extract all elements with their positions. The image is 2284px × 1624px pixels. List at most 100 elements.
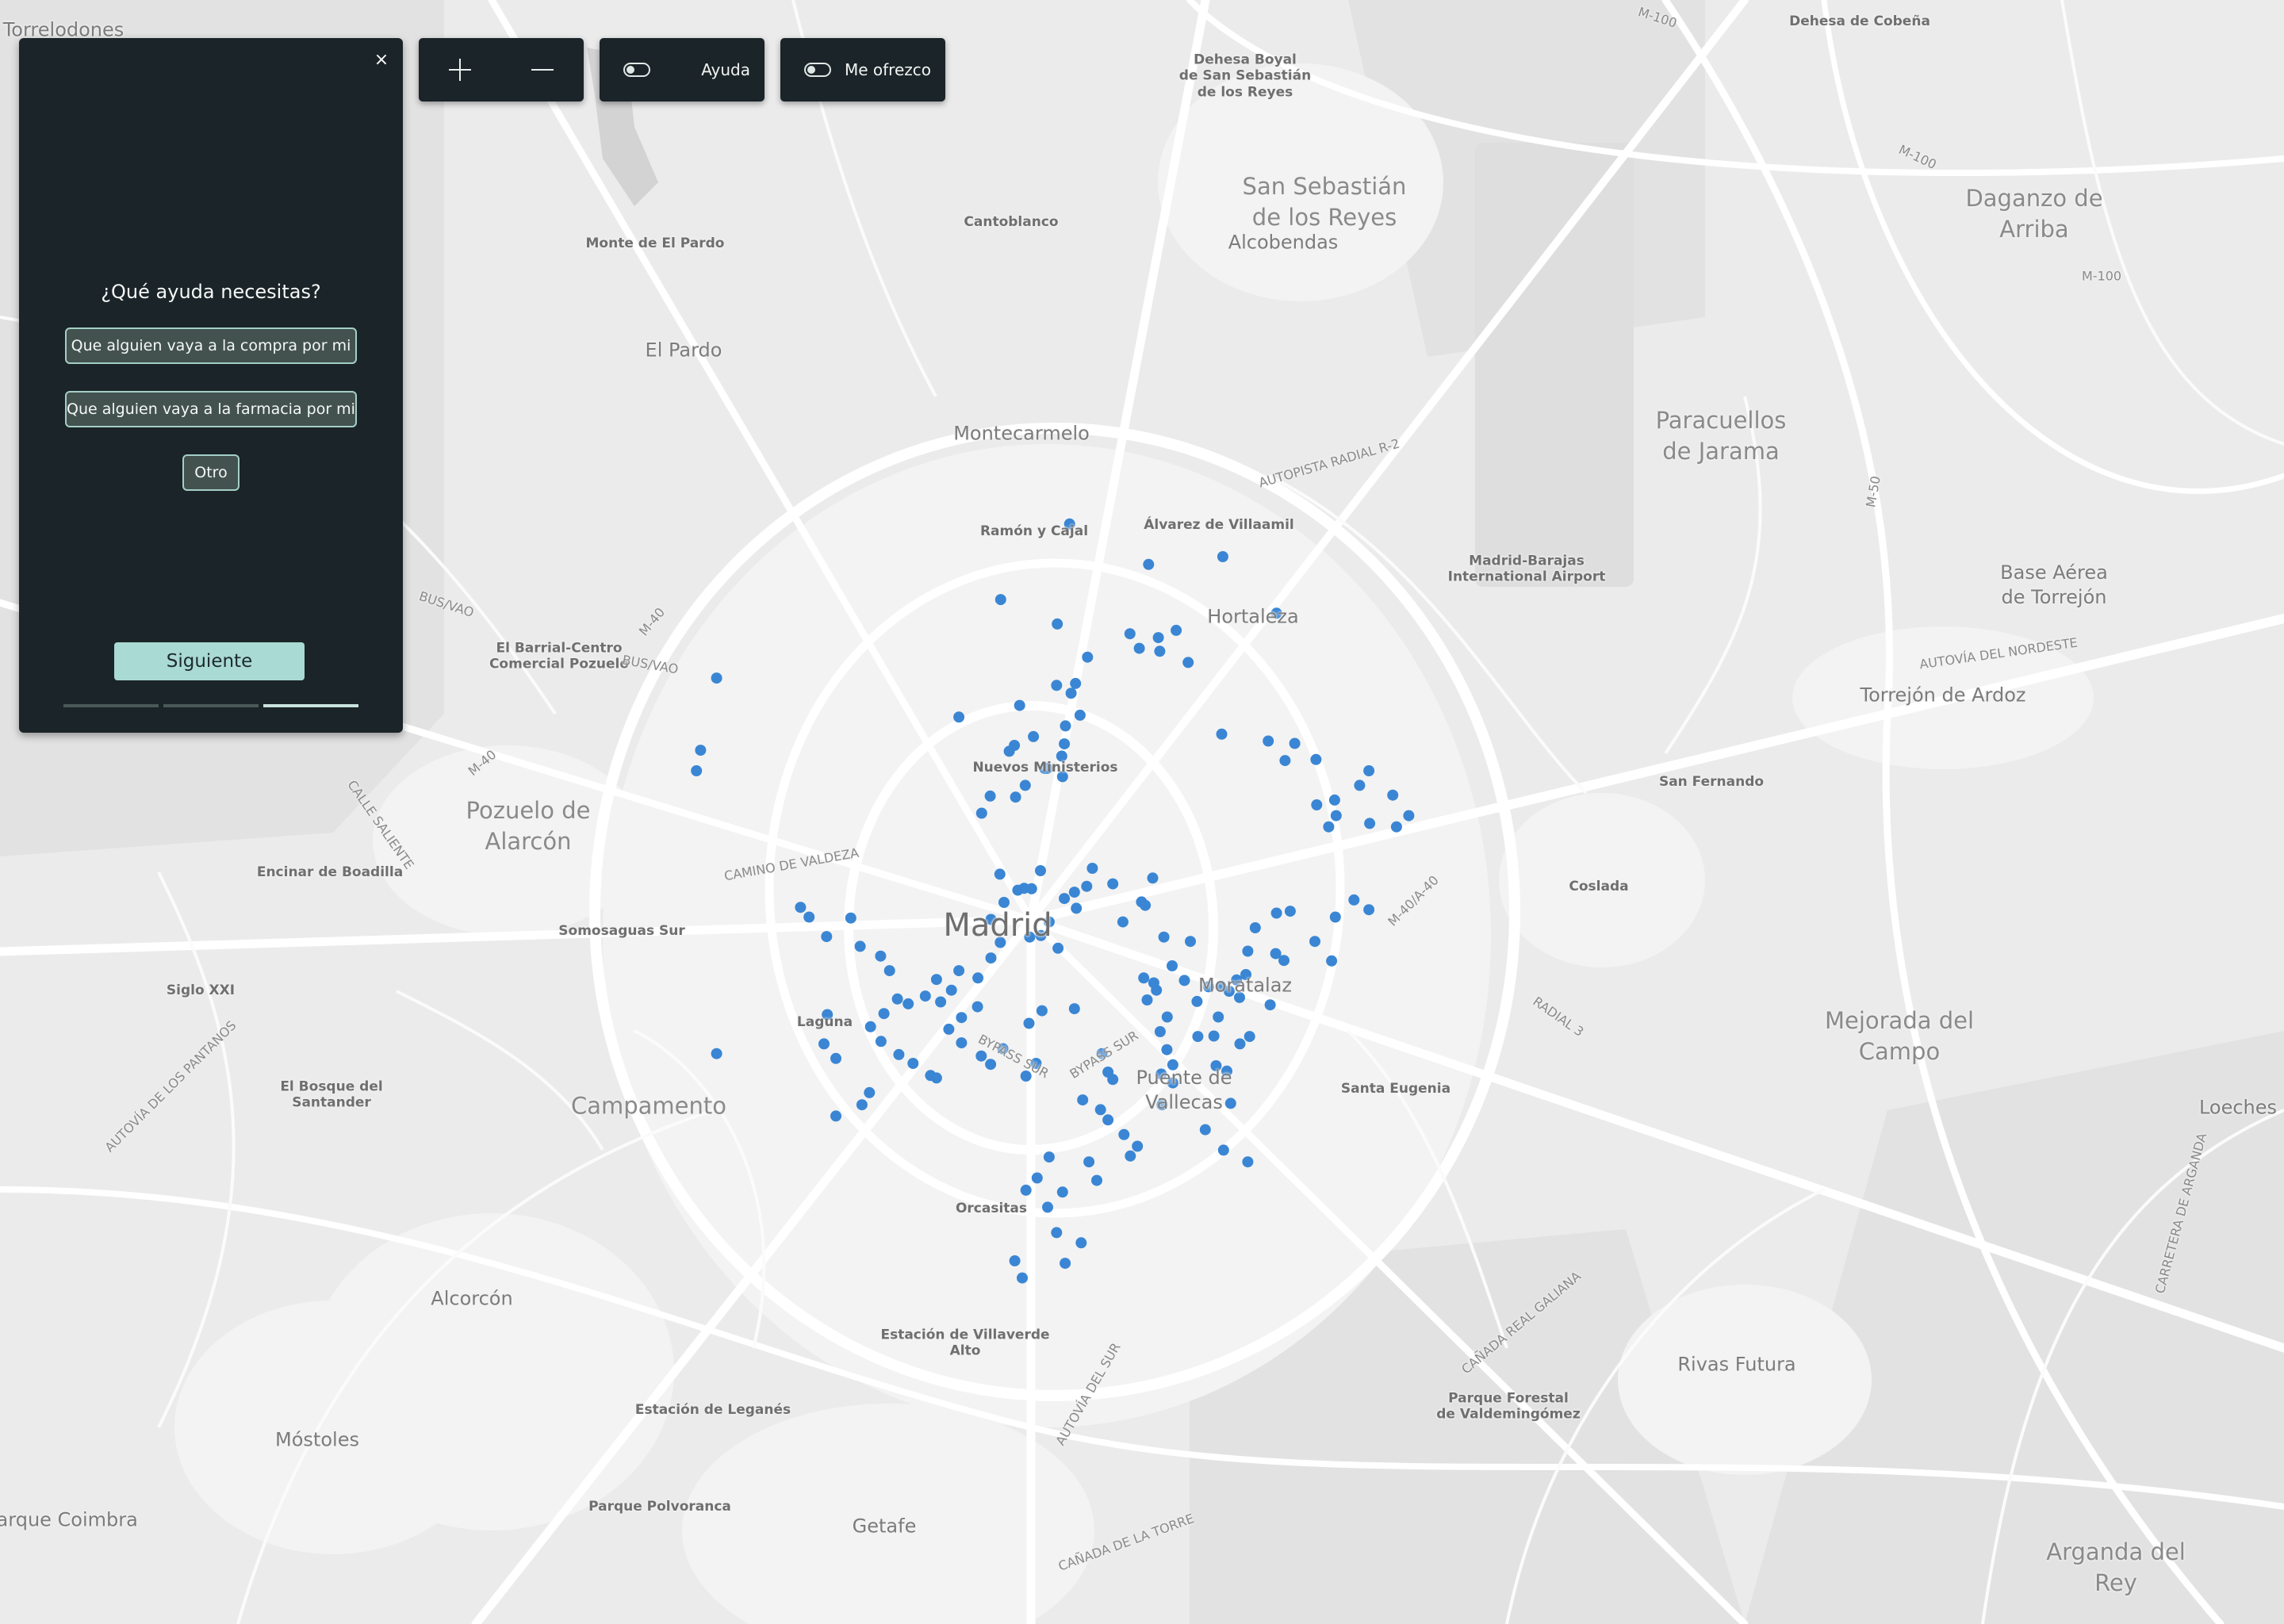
map-marker[interactable] xyxy=(1311,799,1323,810)
map-marker[interactable] xyxy=(985,1059,997,1071)
map-marker[interactable] xyxy=(1019,779,1031,791)
map-marker[interactable] xyxy=(1167,960,1178,971)
map-marker[interactable] xyxy=(1289,737,1301,749)
map-marker[interactable] xyxy=(1284,906,1296,917)
map-marker[interactable] xyxy=(1124,628,1136,640)
map-marker[interactable] xyxy=(1185,936,1196,948)
map-marker[interactable] xyxy=(1035,865,1046,876)
close-button[interactable]: × xyxy=(371,49,392,70)
map-marker[interactable] xyxy=(1151,984,1163,996)
map-marker[interactable] xyxy=(845,912,856,924)
next-button[interactable]: Siguiente xyxy=(114,642,305,680)
map-marker[interactable] xyxy=(998,897,1010,908)
map-marker[interactable] xyxy=(1068,887,1080,898)
map-marker[interactable] xyxy=(1060,720,1071,732)
map-marker[interactable] xyxy=(711,1048,722,1059)
map-marker[interactable] xyxy=(1310,753,1322,765)
map-marker[interactable] xyxy=(1161,1044,1173,1055)
map-marker[interactable] xyxy=(1141,994,1153,1005)
map-marker[interactable] xyxy=(1323,821,1335,833)
map-marker[interactable] xyxy=(1028,730,1040,742)
map-marker[interactable] xyxy=(1017,1272,1028,1284)
map-marker[interactable] xyxy=(902,998,914,1009)
map-marker[interactable] xyxy=(930,974,942,986)
map-marker[interactable] xyxy=(1133,642,1145,654)
map-marker[interactable] xyxy=(1010,791,1021,803)
map-marker[interactable] xyxy=(1348,894,1360,906)
map-marker[interactable] xyxy=(1132,1140,1144,1152)
map-marker[interactable] xyxy=(878,1008,890,1020)
map-marker[interactable] xyxy=(943,1023,955,1035)
map-marker[interactable] xyxy=(1012,884,1024,896)
map-marker[interactable] xyxy=(1060,1258,1071,1270)
map-marker[interactable] xyxy=(1154,1026,1166,1037)
map-marker[interactable] xyxy=(830,1110,841,1122)
map-marker[interactable] xyxy=(907,1058,919,1069)
map-marker[interactable] xyxy=(803,911,815,923)
map-marker[interactable] xyxy=(1270,907,1282,919)
map-marker[interactable] xyxy=(1014,699,1025,711)
map-marker[interactable] xyxy=(1070,677,1082,689)
map-marker[interactable] xyxy=(975,1050,987,1062)
map-marker[interactable] xyxy=(1216,728,1228,740)
map-marker[interactable] xyxy=(1074,709,1086,721)
map-marker[interactable] xyxy=(875,950,887,962)
map-marker[interactable] xyxy=(1003,745,1015,757)
map-marker[interactable] xyxy=(1009,1255,1021,1266)
map-marker[interactable] xyxy=(864,1086,876,1098)
map-marker[interactable] xyxy=(893,1048,905,1060)
map-marker[interactable] xyxy=(1125,1150,1136,1162)
map-marker[interactable] xyxy=(1364,818,1376,829)
map-marker[interactable] xyxy=(1065,688,1077,699)
map-marker[interactable] xyxy=(1118,1128,1130,1140)
map-marker[interactable] xyxy=(1083,1156,1095,1168)
map-marker[interactable] xyxy=(1036,1005,1048,1017)
map-marker[interactable] xyxy=(1354,779,1366,791)
zoom-in-button[interactable] xyxy=(432,42,488,98)
map-marker[interactable] xyxy=(1059,738,1071,750)
map-marker[interactable] xyxy=(1147,872,1159,884)
map-marker[interactable] xyxy=(1117,916,1129,928)
map-marker[interactable] xyxy=(1363,765,1375,776)
map-marker[interactable] xyxy=(972,972,984,984)
map-marker[interactable] xyxy=(883,965,895,977)
map-marker[interactable] xyxy=(1143,558,1155,570)
map-marker[interactable] xyxy=(1326,955,1338,967)
option-pharmacy-button[interactable]: Que alguien vaya a la farmacia por mi xyxy=(65,391,357,427)
map-marker[interactable] xyxy=(1328,794,1340,806)
map-marker[interactable] xyxy=(1208,1030,1220,1042)
option-groceries-button[interactable]: Que alguien vaya a la compra por mi xyxy=(65,327,357,364)
map-marker[interactable] xyxy=(854,940,866,952)
map-marker[interactable] xyxy=(1043,1151,1055,1163)
map-marker[interactable] xyxy=(818,1038,830,1050)
map-marker[interactable] xyxy=(971,1001,983,1013)
map-marker[interactable] xyxy=(1086,863,1098,874)
map-marker[interactable] xyxy=(1363,904,1375,916)
map-marker[interactable] xyxy=(945,984,957,996)
map-marker[interactable] xyxy=(1278,955,1290,967)
map-marker[interactable] xyxy=(1107,878,1119,890)
map-marker[interactable] xyxy=(1094,1104,1106,1116)
map-marker[interactable] xyxy=(1330,810,1342,822)
map-marker[interactable] xyxy=(1140,899,1152,911)
map-marker[interactable] xyxy=(953,965,965,977)
map-marker[interactable] xyxy=(1075,1237,1087,1249)
map-marker[interactable] xyxy=(875,1036,887,1048)
map-marker[interactable] xyxy=(1329,911,1341,923)
map-marker[interactable] xyxy=(1279,755,1291,767)
map-marker[interactable] xyxy=(1217,1144,1229,1156)
map-marker[interactable] xyxy=(1182,657,1194,668)
map-marker[interactable] xyxy=(1192,1031,1204,1043)
map-marker[interactable] xyxy=(1234,1038,1246,1050)
map-marker[interactable] xyxy=(1031,1172,1043,1184)
map-marker[interactable] xyxy=(1154,645,1166,657)
map-marker[interactable] xyxy=(691,765,703,776)
map-marker[interactable] xyxy=(1199,1124,1211,1136)
map-marker[interactable] xyxy=(1081,880,1093,892)
map-marker[interactable] xyxy=(1042,1201,1053,1213)
map-marker[interactable] xyxy=(1217,551,1228,562)
map-marker[interactable] xyxy=(1213,1011,1224,1023)
map-marker[interactable] xyxy=(956,1037,968,1049)
map-marker[interactable] xyxy=(830,1052,841,1064)
map-marker[interactable] xyxy=(1309,936,1320,948)
